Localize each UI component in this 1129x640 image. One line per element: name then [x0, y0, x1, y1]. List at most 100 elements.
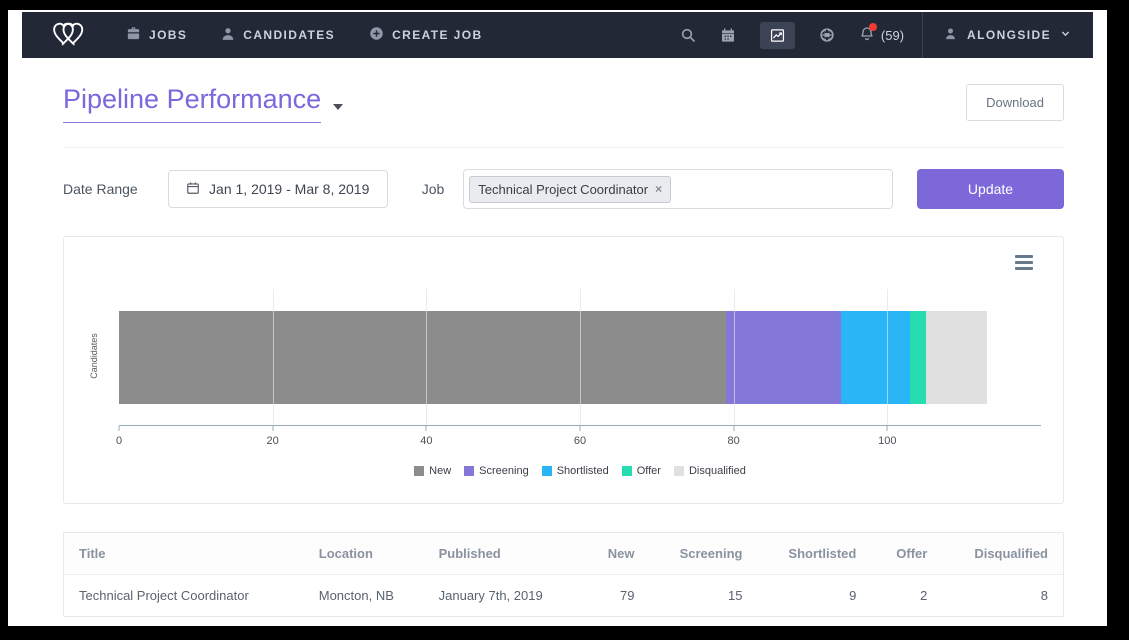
plot-area: Candidates [119, 289, 1041, 426]
nav-item-jobs[interactable]: JOBS [126, 26, 187, 44]
column-header: Screening [649, 533, 757, 575]
legend-swatch [622, 466, 632, 476]
chart-legend: New Screening Shortlisted Offer Disqualified [119, 465, 1041, 477]
table-cell: January 7th, 2019 [424, 575, 584, 617]
table-body: Technical Project CoordinatorMoncton, NB… [64, 575, 1063, 617]
gridline-overlay [734, 311, 735, 404]
remove-tag-icon[interactable]: × [655, 183, 662, 195]
bar-segment-screening[interactable] [726, 311, 841, 404]
hearts-logo-icon [50, 18, 92, 53]
notifications-button[interactable]: (59) [859, 26, 904, 45]
nav-item-create-job[interactable]: CREATE JOB [369, 26, 482, 44]
account-label: ALONGSIDE [967, 28, 1051, 42]
account-menu[interactable]: ALONGSIDE [927, 26, 1087, 44]
update-button[interactable]: Update [917, 169, 1064, 209]
notification-count: (59) [881, 28, 904, 43]
legend-label: Screening [479, 465, 529, 477]
table-cell: 2 [871, 575, 942, 617]
legend-swatch [464, 466, 474, 476]
column-header: Title [64, 533, 304, 575]
bar-segment-shortlisted[interactable] [841, 311, 910, 404]
gridline-overlay [580, 311, 581, 404]
axis-tick-mark [272, 426, 273, 431]
brand-logo[interactable] [50, 18, 92, 53]
legend-swatch [414, 466, 424, 476]
bar-segment-offer[interactable] [910, 311, 925, 404]
table-cell: Moncton, NB [304, 575, 424, 617]
column-header: Location [304, 533, 424, 575]
job-tag-label: Technical Project Coordinator [478, 182, 648, 197]
table-header-row: TitleLocationPublishedNewScreeningShortl… [64, 533, 1063, 575]
bar-stack [119, 311, 987, 404]
table-cell: 8 [942, 575, 1063, 617]
gridline-overlay [273, 311, 274, 404]
axis-tick-label: 0 [116, 435, 122, 447]
date-range-label: Date Range [63, 181, 138, 197]
column-header: Offer [871, 533, 942, 575]
nav-item-label: CREATE JOB [392, 28, 482, 42]
date-range-value: Jan 1, 2019 - Mar 8, 2019 [209, 181, 369, 197]
axis-tick-mark [887, 426, 888, 431]
job-label: Job [422, 181, 445, 197]
top-navbar: JOBS CANDIDATES CREATE J [22, 12, 1093, 58]
download-button[interactable]: Download [966, 84, 1064, 121]
table-row[interactable]: Technical Project CoordinatorMoncton, NB… [64, 575, 1063, 617]
column-header: New [583, 533, 649, 575]
table-cell: Technical Project Coordinator [64, 575, 304, 617]
legend-swatch [542, 466, 552, 476]
chart-line-icon[interactable] [760, 22, 795, 49]
column-header: Shortlisted [757, 533, 871, 575]
legend-item-new[interactable]: New [414, 465, 451, 477]
table-cell: 79 [583, 575, 649, 617]
search-icon[interactable] [680, 27, 696, 43]
axis-tick-label: 60 [574, 435, 586, 447]
person-icon [221, 27, 235, 44]
table-cell: 15 [649, 575, 757, 617]
pipeline-chart-panel: Candidates 020406080100 NewScreeningShor… [63, 236, 1064, 504]
chart-menu-icon[interactable] [1013, 253, 1035, 272]
plus-circle-icon [369, 26, 384, 44]
legend-label: Disqualified [689, 465, 746, 477]
job-tag: Technical Project Coordinator × [469, 176, 671, 203]
y-axis-label: Candidates [89, 301, 99, 411]
legend-item-offer[interactable]: Offer [622, 465, 661, 477]
nav-right-icons: (59) [680, 22, 904, 49]
axis-ticks: 020406080100 [119, 426, 1041, 456]
nav-item-candidates[interactable]: CANDIDATES [221, 27, 335, 44]
axis-tick-mark [119, 426, 120, 431]
axis-tick-mark [733, 426, 734, 431]
legend-item-screening[interactable]: Screening [464, 465, 529, 477]
bar-segment-new[interactable] [119, 311, 726, 404]
gridline-overlay [887, 311, 888, 404]
column-header: Disqualified [942, 533, 1063, 575]
axis-tick-label: 80 [728, 435, 740, 447]
caret-down-icon [333, 104, 343, 110]
nav-menu: JOBS CANDIDATES CREATE J [126, 26, 483, 44]
legend-label: Shortlisted [557, 465, 609, 477]
globe-icon[interactable] [819, 27, 835, 43]
report-selector[interactable]: Pipeline Performance [63, 84, 343, 123]
briefcase-icon [126, 26, 141, 44]
legend-item-disqualified[interactable]: Disqualified [674, 465, 746, 477]
calendar-icon[interactable] [720, 27, 736, 43]
legend-swatch [674, 466, 684, 476]
user-icon [943, 26, 958, 44]
nav-item-label: CANDIDATES [243, 28, 335, 42]
column-header: Published [424, 533, 584, 575]
axis-tick-label: 40 [420, 435, 432, 447]
app-window: JOBS CANDIDATES CREATE J [8, 10, 1107, 626]
legend-item-shortlisted[interactable]: Shortlisted [542, 465, 609, 477]
gridline-overlay [426, 311, 427, 404]
results-table-wrap: TitleLocationPublishedNewScreeningShortl… [63, 532, 1064, 617]
calendar-icon [186, 181, 200, 198]
date-range-input[interactable]: Jan 1, 2019 - Mar 8, 2019 [168, 170, 388, 208]
job-select-input[interactable]: Technical Project Coordinator × [463, 169, 893, 209]
results-table: TitleLocationPublishedNewScreeningShortl… [64, 533, 1063, 616]
axis-tick-mark [426, 426, 427, 431]
page-title: Pipeline Performance [63, 84, 321, 123]
filter-bar: Date Range Jan 1, 2019 - Mar 8, 2019 Job… [63, 148, 1064, 231]
chevron-down-icon [1060, 28, 1071, 42]
notification-dot [869, 23, 877, 31]
bar-segment-disqualified[interactable] [926, 311, 987, 404]
nav-item-label: JOBS [149, 28, 187, 42]
